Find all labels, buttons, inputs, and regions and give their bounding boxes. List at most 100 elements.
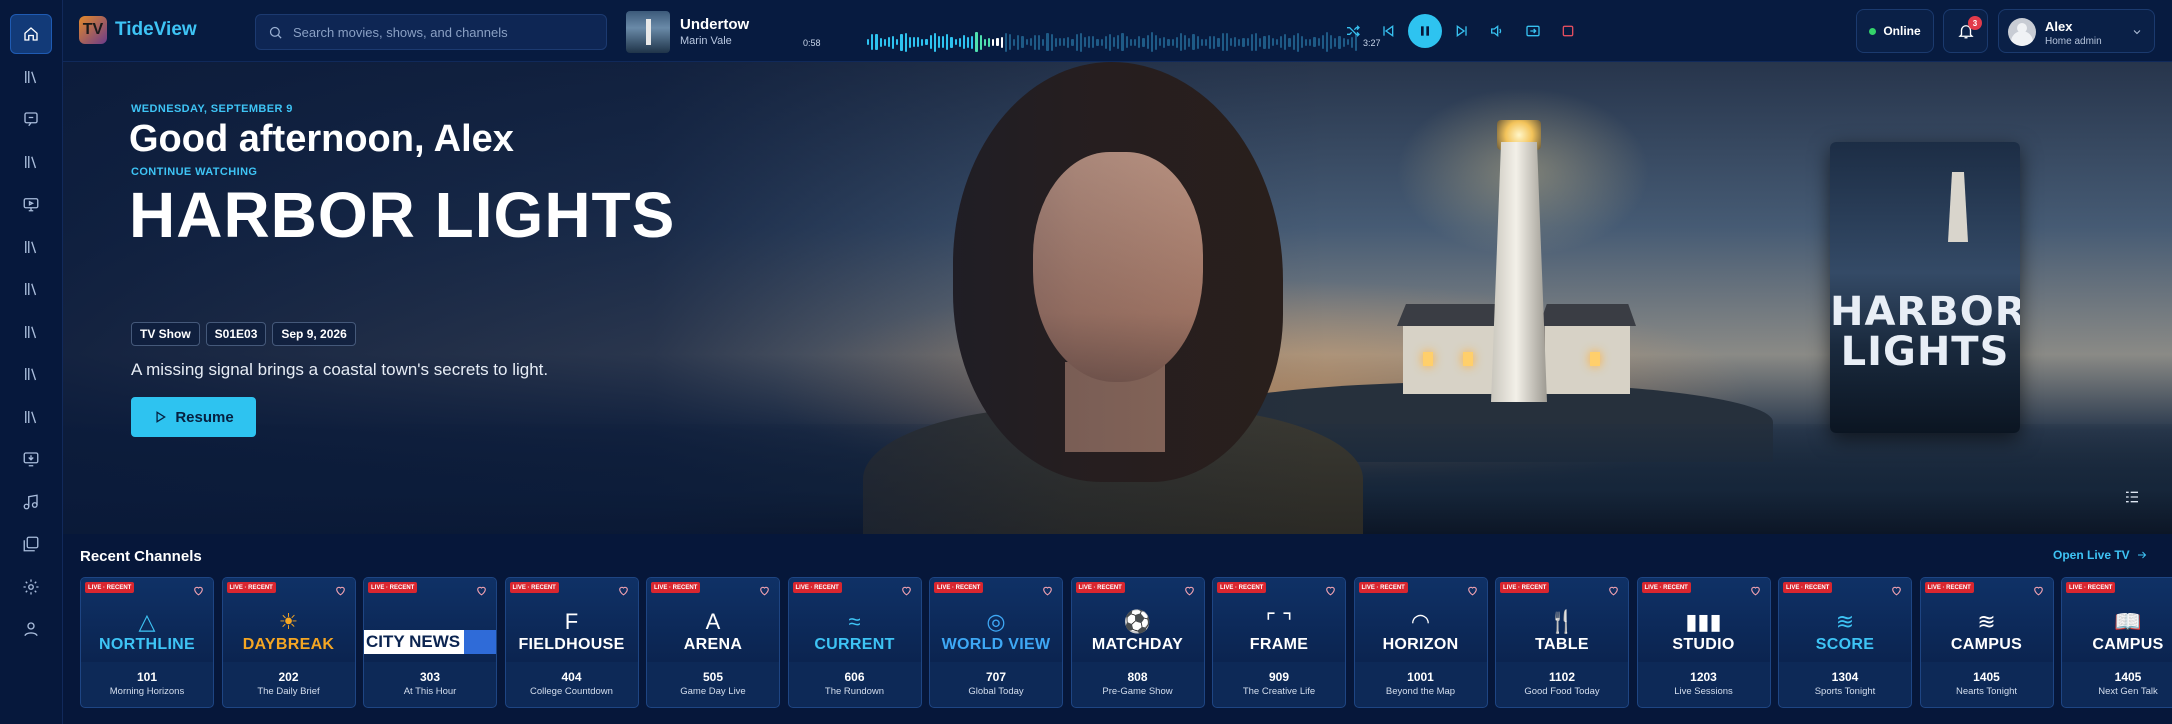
channel-card[interactable]: ⚽ MATCHDAY LIVE · RECENT 808 Pre-Game Show: [1070, 577, 1205, 708]
sidebar-item-library-5[interactable]: [10, 312, 52, 352]
waveform-bar: [1117, 35, 1120, 49]
featured-poster[interactable]: HARBOR LIGHTS: [1830, 142, 2020, 433]
open-live-tv-link[interactable]: Open Live TV: [2053, 548, 2148, 562]
favorite-button[interactable]: [192, 584, 205, 597]
sidebar: [0, 0, 63, 724]
sidebar-item-music[interactable]: [10, 482, 52, 522]
channel-number: 808: [1127, 670, 1148, 684]
channel-card[interactable]: 🍴 TABLE LIVE · RECENT 1102 Good Food Today: [1495, 577, 1629, 708]
favorite-button[interactable]: [1890, 584, 1903, 597]
favorite-button[interactable]: [2032, 584, 2045, 597]
connection-status[interactable]: Online: [1856, 9, 1934, 53]
sidebar-item-library[interactable]: [10, 57, 52, 97]
search-box: [255, 14, 607, 50]
favorite-button[interactable]: [1749, 584, 1762, 597]
waveform-bar: [1046, 33, 1049, 51]
previous-button[interactable]: [1371, 15, 1407, 47]
user-menu[interactable]: Alex Home admin: [1998, 9, 2155, 53]
pause-button[interactable]: [1408, 14, 1442, 48]
channel-logo-icon: ⚽: [1123, 609, 1152, 634]
sidebar-item-collections[interactable]: [10, 524, 52, 564]
favorite-button[interactable]: [617, 584, 630, 597]
notifications-button[interactable]: 3: [1943, 9, 1988, 53]
shuffle-button[interactable]: [1335, 15, 1371, 47]
status-dot-icon: [1869, 27, 1877, 35]
channel-card[interactable]: CITY NEWS LIVE · RECENT 303 At This Hour: [363, 577, 497, 708]
app-logo[interactable]: TV TideView: [79, 16, 197, 44]
next-button[interactable]: [1444, 15, 1480, 47]
channel-show: The Rundown: [824, 686, 885, 697]
waveform-bar: [1242, 37, 1245, 47]
current-date: WEDNESDAY, SEPTEMBER 9: [131, 103, 293, 115]
channel-card[interactable]: ⌜ ⌝ FRAME LIVE · RECENT 909 The Creative Lif…: [1212, 577, 1346, 708]
channel-card[interactable]: ◎ WORLD VIEW LIVE · RECENT 707 Global Today: [929, 577, 1063, 708]
channel-show: At This Hour: [403, 686, 457, 697]
waveform-bar: [1192, 34, 1195, 50]
grid-view-button[interactable]: [2124, 489, 2142, 507]
sidebar-item-settings[interactable]: [10, 567, 52, 607]
channel-card[interactable]: △ NORTHLINE LIVE · RECENT 101 Morning Horizo…: [80, 577, 214, 708]
stop-icon: [1562, 25, 1574, 37]
channel-number: 909: [1268, 670, 1290, 684]
favorite-button[interactable]: [900, 584, 913, 597]
poster-title: HARBOR LIGHTS: [1830, 289, 2020, 375]
waveform-bar: [867, 39, 870, 45]
playback-waveform[interactable]: [867, 30, 1358, 54]
search-input[interactable]: [293, 24, 593, 40]
waveform-bar: [987, 37, 991, 47]
sidebar-item-live-tv[interactable]: [10, 184, 52, 224]
channel-card[interactable]: ◠ HORIZON LIVE · RECENT 1001 Beyond the Map: [1353, 577, 1488, 708]
sidebar-item-profile[interactable]: [10, 609, 52, 649]
waveform-bar: [1008, 34, 1012, 50]
waveform-bar: [1154, 34, 1158, 50]
channel-card[interactable]: ▮▮▮ STUDIO LIVE · RECENT 1203 Live Sessions: [1636, 577, 1771, 708]
waveform-bar: [875, 34, 878, 50]
favorite-button[interactable]: [1466, 584, 1479, 597]
library-icon: [25, 155, 37, 168]
sidebar-item-library-4[interactable]: [10, 269, 52, 309]
waveform-bar: [1300, 36, 1304, 48]
channel-card[interactable]: ≋ CAMPUS LIVE · RECENT 1405 Nearts Tonight: [1919, 577, 2054, 708]
type-chip: TV Show: [131, 322, 200, 346]
waveform-bar: [1029, 38, 1032, 46]
channel-card[interactable]: ☀ DAYBREAK LIVE · RECENT 202 The Daily Brief: [221, 577, 356, 708]
waveform-bar: [1096, 38, 1099, 46]
sidebar-item-recordings[interactable]: [10, 439, 52, 479]
channel-number: 101: [136, 670, 158, 684]
sidebar-item-library-7[interactable]: [10, 397, 52, 437]
sidebar-item-library-2[interactable]: [10, 142, 52, 182]
avatar: [2008, 18, 2036, 46]
channel-card[interactable]: A ARENA LIVE · RECENT 505 Game Day Live: [646, 577, 780, 708]
favorite-button[interactable]: [334, 584, 347, 597]
waveform-bar: [883, 38, 886, 46]
volume-button[interactable]: [1480, 15, 1516, 47]
favorite-button[interactable]: [1607, 584, 1620, 597]
channel-card[interactable]: ≋ SCORE LIVE · RECENT 1304 Sports Tonight: [1778, 577, 1912, 708]
collection-icon: [23, 536, 39, 552]
sidebar-item-home[interactable]: [10, 14, 52, 54]
heart-icon: [1892, 586, 1901, 596]
channel-card[interactable]: 📖 CAMPUS LIVE · RECENT 1405 Next Gen Talk: [2061, 577, 2172, 708]
waveform-bar: [1163, 36, 1166, 48]
sidebar-item-messages[interactable]: [10, 99, 52, 139]
favorite-button[interactable]: [1183, 584, 1196, 597]
waveform-bar: [1004, 32, 1007, 52]
resume-button[interactable]: Resume: [131, 397, 256, 437]
notification-count-badge: 3: [1968, 16, 1982, 30]
favorite-button[interactable]: [1324, 584, 1337, 597]
waveform-bar: [1159, 38, 1162, 46]
sidebar-item-library-6[interactable]: [10, 354, 52, 394]
metadata-chips: TV Show S01E03 Sep 9, 2026: [131, 322, 356, 346]
favorite-button[interactable]: [758, 584, 771, 597]
waveform-bar: [1129, 38, 1132, 46]
favorite-button[interactable]: [475, 584, 488, 597]
library-icon: [25, 70, 37, 83]
favorite-button[interactable]: [1041, 584, 1054, 597]
now-playing-artwork[interactable]: [626, 11, 670, 53]
sidebar-item-library-3[interactable]: [10, 227, 52, 267]
cast-button[interactable]: [1515, 15, 1551, 47]
stop-button[interactable]: [1551, 15, 1587, 47]
channel-card[interactable]: F FIELDHOUSE LIVE · RECENT 404 College Count…: [504, 577, 639, 708]
channel-card[interactable]: ≈ CURRENT LIVE · RECENT 606 The Rundown: [787, 577, 922, 708]
channel-show: Global Today: [968, 686, 1024, 697]
